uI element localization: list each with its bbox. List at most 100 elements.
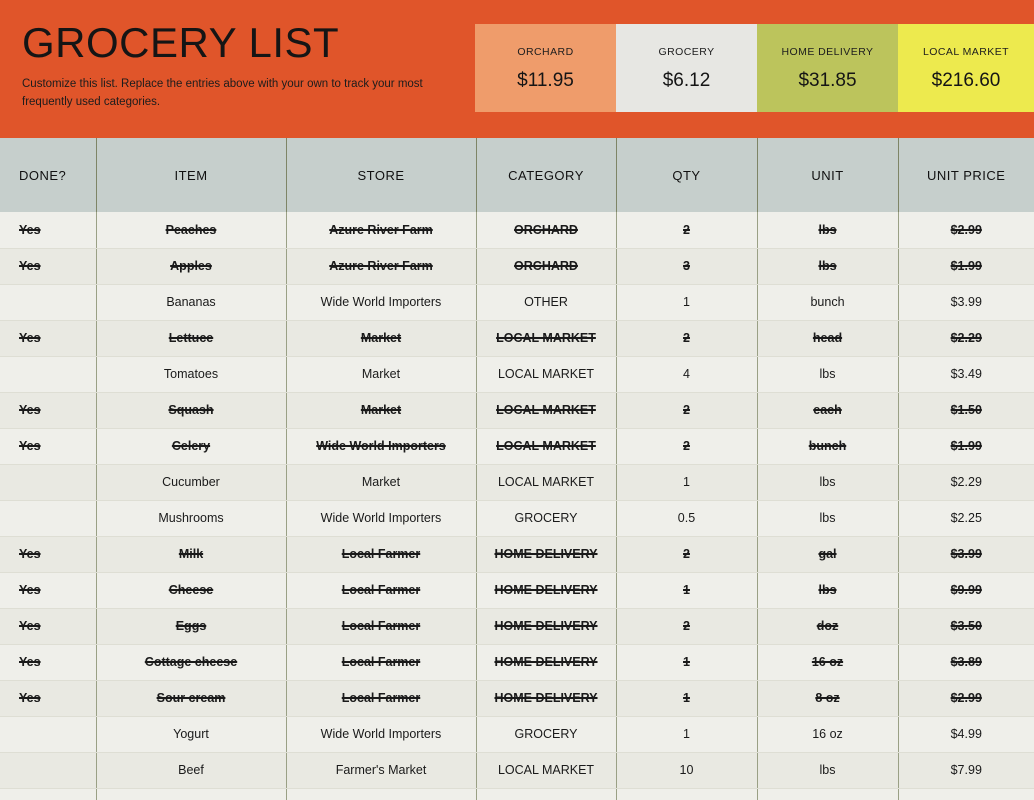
cell-qty[interactable]: 2 xyxy=(616,320,758,357)
cell-unitprice[interactable]: $3.50 xyxy=(898,608,1034,645)
table-row[interactable]: Cucumber Market LOCAL MARKET 1 lbs $2.29 xyxy=(0,464,1034,501)
cell-item[interactable]: Milk xyxy=(96,536,287,573)
cell-item[interactable]: Squash xyxy=(96,392,287,429)
cell-unitprice[interactable]: $3.49 xyxy=(898,356,1034,393)
summary-card-grocery[interactable]: GROCERY $6.12 xyxy=(616,24,757,112)
cell-done[interactable] xyxy=(0,752,97,789)
cell-category[interactable]: LOCAL MARKET xyxy=(476,356,617,393)
table-row[interactable]: Yes Celery Wide World Importers LOCAL MARKE… xyxy=(0,428,1034,465)
cell-unit[interactable]: head xyxy=(757,320,899,357)
cell-qty[interactable]: 1 xyxy=(616,644,758,681)
table-row[interactable]: Tomatoes Market LOCAL MARKET 4 lbs $3.49 xyxy=(0,356,1034,393)
cell-unit[interactable]: lbs xyxy=(757,356,899,393)
cell-unitprice[interactable]: $3.99 xyxy=(898,284,1034,321)
cell-unitprice[interactable]: $3.99 xyxy=(898,536,1034,573)
cell-qty[interactable]: 2 xyxy=(616,536,758,573)
cell-unit[interactable]: 16 oz xyxy=(757,644,899,681)
cell-category[interactable]: LOCAL MARKET xyxy=(476,464,617,501)
cell-store[interactable]: Farmer's Market xyxy=(286,752,477,789)
cell-item[interactable]: Tomatoes xyxy=(96,356,287,393)
cell-item[interactable]: Sour cream xyxy=(96,680,287,717)
cell-store[interactable]: Wide World Importers xyxy=(286,716,477,753)
cell-done[interactable] xyxy=(0,464,97,501)
table-row[interactable]: Yes Cheese Local Farmer HOME DELIVERY 1 lbs $9… xyxy=(0,572,1034,609)
table-row[interactable]: Yes Milk Local Farmer HOME DELIVERY 2 gal $3.9… xyxy=(0,536,1034,573)
cell-category[interactable]: OTHER xyxy=(476,284,617,321)
cell-item[interactable]: Wild Salmon xyxy=(96,788,287,800)
cell-done[interactable] xyxy=(0,788,97,800)
table-row[interactable]: Yes Lettuce Market LOCAL MARKET 2 head $2.29 xyxy=(0,320,1034,357)
cell-unitprice[interactable]: $2.25 xyxy=(898,500,1034,537)
cell-qty[interactable]: 1 xyxy=(616,572,758,609)
summary-card-home-delivery[interactable]: HOME DELIVERY $31.85 xyxy=(757,24,898,112)
cell-store[interactable]: Local Farmer xyxy=(286,644,477,681)
cell-store[interactable]: Market xyxy=(286,356,477,393)
cell-unit[interactable]: lbs xyxy=(757,788,899,800)
cell-item[interactable]: Celery xyxy=(96,428,287,465)
cell-item[interactable]: Mushrooms xyxy=(96,500,287,537)
cell-unit[interactable]: 8 oz xyxy=(757,680,899,717)
column-header-done[interactable]: DONE? xyxy=(0,138,97,212)
cell-done[interactable]: Yes xyxy=(0,644,97,681)
cell-done[interactable] xyxy=(0,284,97,321)
cell-item[interactable]: Bananas xyxy=(96,284,287,321)
cell-unit[interactable]: doz xyxy=(757,608,899,645)
table-row[interactable]: Yes Sour cream Local Farmer HOME DELIVERY 1 8… xyxy=(0,680,1034,717)
cell-item[interactable]: Apples xyxy=(96,248,287,285)
table-row[interactable]: Bananas Wide World Importers OTHER 1 bunch $3… xyxy=(0,284,1034,321)
cell-unit[interactable]: lbs xyxy=(757,500,899,537)
cell-unit[interactable]: lbs xyxy=(757,464,899,501)
table-row[interactable]: Wild SalmonFish MarketLOCAL MARKET1lbs$9… xyxy=(0,788,1034,800)
cell-store[interactable]: Market xyxy=(286,392,477,429)
cell-unitprice[interactable]: $9.99 xyxy=(898,572,1034,609)
cell-item[interactable]: Beef xyxy=(96,752,287,789)
cell-store[interactable]: Local Farmer xyxy=(286,572,477,609)
cell-category[interactable]: HOME DELIVERY xyxy=(476,536,617,573)
cell-unitprice[interactable]: $1.50 xyxy=(898,392,1034,429)
table-row[interactable]: Yes Eggs Local Farmer HOME DELIVERY 2 doz $3.5… xyxy=(0,608,1034,645)
cell-store[interactable]: Fish Market xyxy=(286,788,477,800)
column-header-qty[interactable]: QTY xyxy=(616,138,758,212)
cell-qty[interactable]: 1 xyxy=(616,464,758,501)
cell-item[interactable]: Eggs xyxy=(96,608,287,645)
cell-category[interactable]: HOME DELIVERY xyxy=(476,680,617,717)
column-header-category[interactable]: CATEGORY xyxy=(476,138,617,212)
cell-store[interactable]: Market xyxy=(286,320,477,357)
cell-done[interactable]: Yes xyxy=(0,392,97,429)
cell-category[interactable]: GROCERY xyxy=(476,716,617,753)
cell-item[interactable]: Cucumber xyxy=(96,464,287,501)
cell-done[interactable] xyxy=(0,500,97,537)
cell-category[interactable]: ORCHARD xyxy=(476,212,617,249)
cell-unitprice[interactable]: $3.89 xyxy=(898,644,1034,681)
cell-unitprice[interactable]: $7.99 xyxy=(898,752,1034,789)
cell-unitprice[interactable]: $1.99 xyxy=(898,248,1034,285)
cell-category[interactable]: HOME DELIVERY xyxy=(476,608,617,645)
cell-unit[interactable]: bunch xyxy=(757,428,899,465)
summary-card-local-market[interactable]: LOCAL MARKET $216.60 xyxy=(898,24,1034,112)
cell-store[interactable]: Local Farmer xyxy=(286,536,477,573)
cell-unitprice[interactable]: $2.99 xyxy=(898,680,1034,717)
cell-item[interactable]: Peaches xyxy=(96,212,287,249)
cell-store[interactable]: Azure River Farm xyxy=(286,248,477,285)
cell-item[interactable]: Cottage cheese xyxy=(96,644,287,681)
table-row[interactable]: Yes Cottage cheese Local Farmer HOME DELIVE… xyxy=(0,644,1034,681)
cell-qty[interactable]: 10 xyxy=(616,752,758,789)
column-header-unitprice[interactable]: UNIT PRICE xyxy=(898,138,1034,212)
table-row[interactable]: Yes Peaches Azure River Farm ORCHARD 2 lbs $2.… xyxy=(0,212,1034,249)
cell-category[interactable]: HOME DELIVERY xyxy=(476,644,617,681)
cell-unitprice[interactable]: $1.99 xyxy=(898,428,1034,465)
cell-qty[interactable]: 3 xyxy=(616,248,758,285)
cell-qty[interactable]: 2 xyxy=(616,428,758,465)
cell-store[interactable]: Azure River Farm xyxy=(286,212,477,249)
cell-store[interactable]: Wide World Importers xyxy=(286,500,477,537)
cell-qty[interactable]: 1 xyxy=(616,680,758,717)
column-header-item[interactable]: ITEM xyxy=(96,138,287,212)
cell-unit[interactable]: lbs xyxy=(757,572,899,609)
cell-unit[interactable]: lbs xyxy=(757,248,899,285)
cell-qty[interactable]: 2 xyxy=(616,608,758,645)
cell-done[interactable]: Yes xyxy=(0,608,97,645)
cell-category[interactable]: ORCHARD xyxy=(476,248,617,285)
cell-category[interactable]: LOCAL MARKET xyxy=(476,392,617,429)
cell-done[interactable]: Yes xyxy=(0,536,97,573)
cell-unit[interactable]: lbs xyxy=(757,752,899,789)
